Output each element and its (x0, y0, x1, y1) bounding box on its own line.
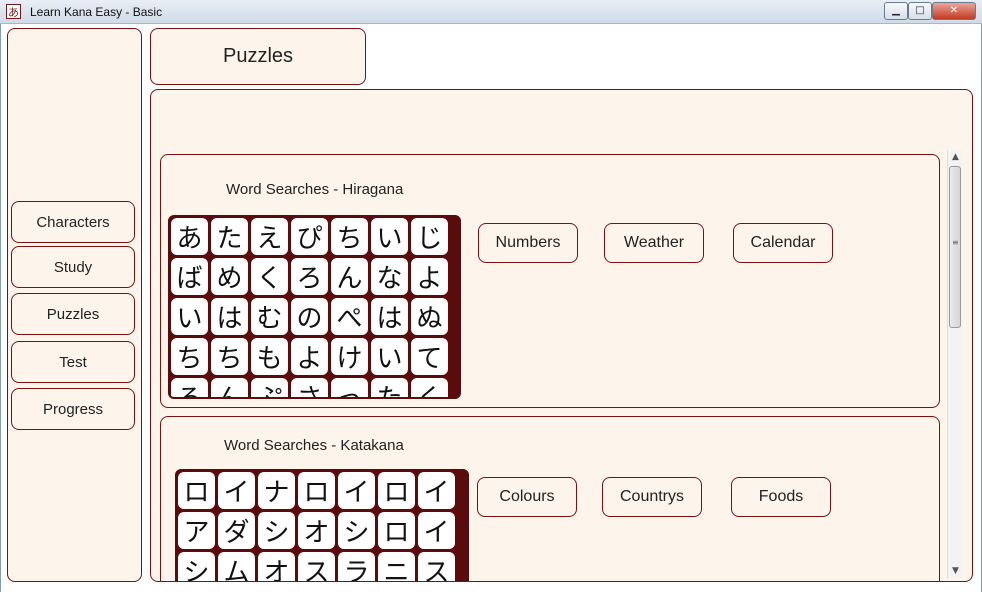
grid-cell: シ (258, 512, 295, 549)
close-button[interactable]: ✕ (932, 2, 976, 20)
grid-cell: ん (211, 378, 248, 397)
puzzle-calendar-button[interactable]: Calendar (733, 223, 833, 263)
grid-cell: イ (418, 472, 455, 509)
grid-cell: よ (291, 338, 328, 375)
grid-cell: い (371, 338, 408, 375)
app-icon: あ (6, 4, 21, 19)
maximize-button[interactable]: □ (908, 2, 932, 20)
grid-cell: ぺ (331, 298, 368, 335)
grid-cell: ろ (291, 258, 328, 295)
nav-test-button[interactable]: Test (11, 341, 135, 383)
vertical-scrollbar[interactable]: ▲ ≡ ▼ (947, 150, 962, 578)
nav-study-button[interactable]: Study (11, 246, 135, 288)
grid-cell: た (371, 378, 408, 397)
grid-cell: シ (178, 552, 215, 581)
grid-cell: さ (291, 378, 328, 397)
grid-cell: ナ (258, 472, 295, 509)
grid-cell: ち (331, 218, 368, 255)
hiragana-grid-preview[interactable]: あたえぴちいじばめくろんなよいはむのぺはぬちちもよけいてろんぷさったく (168, 215, 461, 399)
grid-cell: じ (411, 218, 448, 255)
nav-puzzles-button[interactable]: Puzzles (11, 293, 135, 335)
grid-cell: く (251, 258, 288, 295)
scroll-up-arrow-icon[interactable]: ▲ (948, 150, 963, 164)
nav-progress-button[interactable]: Progress (11, 388, 135, 430)
grid-cell: く (411, 378, 448, 397)
grid-cell: イ (338, 472, 375, 509)
grid-cell: て (411, 338, 448, 375)
section-title: Word Searches - Hiragana (226, 181, 404, 198)
grid-cell: む (251, 298, 288, 335)
grid-cell: え (251, 218, 288, 255)
grid-cell: け (331, 338, 368, 375)
grid-cell: ん (331, 258, 368, 295)
grid-cell: め (211, 258, 248, 295)
grid-cell: ロ (298, 472, 335, 509)
nav-characters-button[interactable]: Characters (11, 201, 135, 243)
grid-cell: シ (338, 512, 375, 549)
section-title: Word Searches - Katakana (224, 437, 404, 454)
katakana-grid-preview[interactable]: ロイナロイロイアダシオシロイシムオスラニス (175, 469, 469, 581)
grid-cell: ぷ (251, 378, 288, 397)
grid-cell: い (371, 218, 408, 255)
grid-cell: ば (171, 258, 208, 295)
minimize-button[interactable]: ▁ (884, 2, 908, 20)
grid-cell: あ (171, 218, 208, 255)
grid-cell: オ (258, 552, 295, 581)
grid-cell: も (251, 338, 288, 375)
grid-cell: ち (211, 338, 248, 375)
title-bar: あ Learn Kana Easy - Basic ▁ □ ✕ (0, 0, 982, 24)
grid-cell: ア (178, 512, 215, 549)
grip-icon: ≡ (952, 238, 959, 247)
puzzle-weather-button[interactable]: Weather (604, 223, 704, 263)
grid-cell: ス (298, 552, 335, 581)
puzzle-foods-button[interactable]: Foods (731, 477, 831, 517)
page-title: Puzzles (150, 28, 366, 85)
puzzle-colours-button[interactable]: Colours (477, 477, 577, 517)
grid-cell: ス (418, 552, 455, 581)
grid-cell: イ (418, 512, 455, 549)
grid-cell: は (211, 298, 248, 335)
grid-cell: ロ (178, 472, 215, 509)
grid-cell: ダ (218, 512, 255, 549)
grid-cell: ラ (338, 552, 375, 581)
grid-cell: オ (298, 512, 335, 549)
grid-cell: た (211, 218, 248, 255)
grid-cell: っ (331, 378, 368, 397)
hiragana-section: Word Searches - Hiragana あたえぴちいじばめくろんなよい… (160, 154, 940, 408)
grid-cell: イ (218, 472, 255, 509)
scrollbar-thumb[interactable]: ≡ (949, 166, 961, 328)
puzzle-numbers-button[interactable]: Numbers (478, 223, 578, 263)
scroll-down-arrow-icon[interactable]: ▼ (948, 564, 963, 578)
grid-cell: は (371, 298, 408, 335)
grid-cell: ぬ (411, 298, 448, 335)
grid-cell: い (171, 298, 208, 335)
grid-cell: ち (171, 338, 208, 375)
puzzle-countrys-button[interactable]: Countrys (602, 477, 702, 517)
grid-cell: ロ (378, 512, 415, 549)
main-panel: Word Searches - Hiragana あたえぴちいじばめくろんなよい… (150, 89, 973, 582)
window-title: Learn Kana Easy - Basic (30, 5, 163, 19)
grid-cell: ぴ (291, 218, 328, 255)
katakana-section: Word Searches - Katakana ロイナロイロイアダシオシロイシ… (160, 416, 940, 581)
grid-cell: よ (411, 258, 448, 295)
grid-cell: な (371, 258, 408, 295)
grid-cell: ム (218, 552, 255, 581)
grid-cell: ニ (378, 552, 415, 581)
grid-cell: の (291, 298, 328, 335)
grid-cell: ロ (378, 472, 415, 509)
grid-cell: ろ (171, 378, 208, 397)
